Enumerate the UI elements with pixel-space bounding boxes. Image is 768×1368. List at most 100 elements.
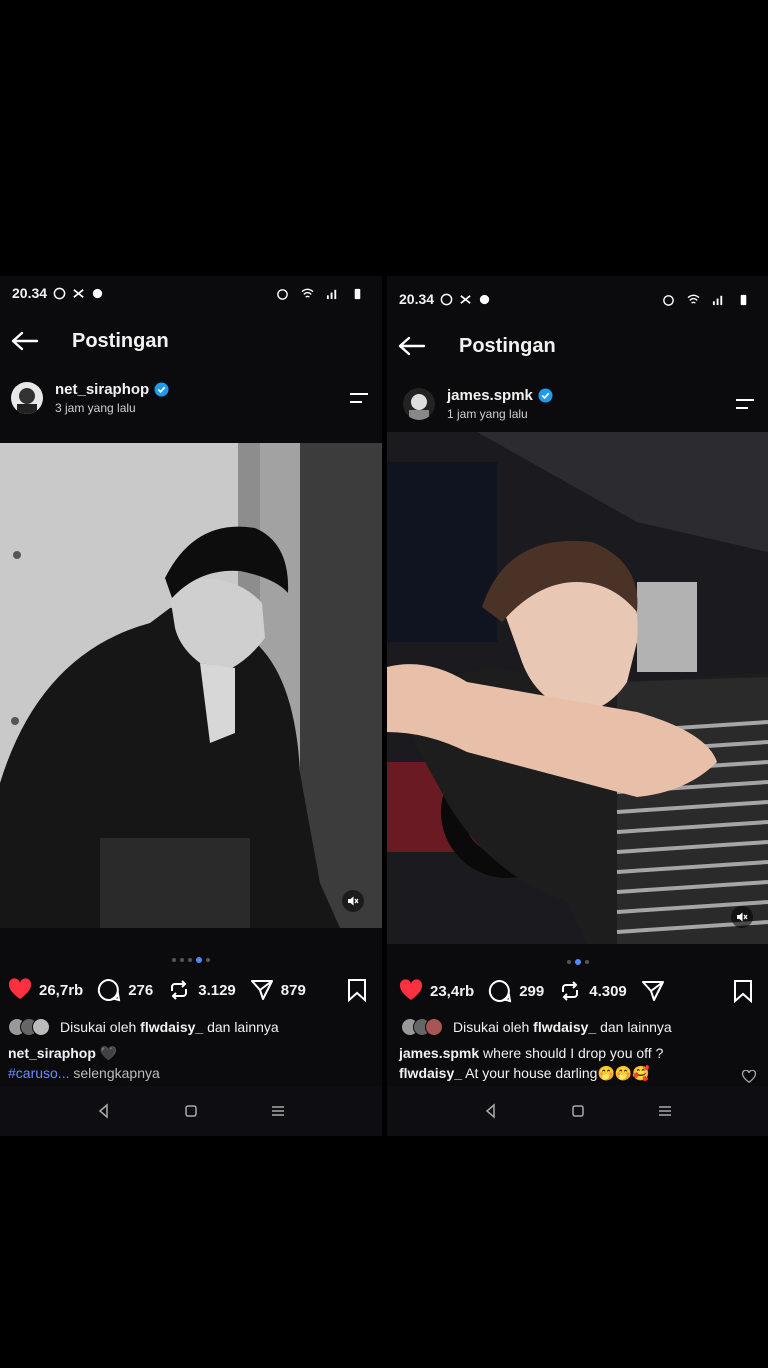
post-caption: net_siraphop 🖤 #caruso... selengkapnya — [8, 1043, 374, 1083]
heart-filled-icon — [8, 978, 32, 999]
wifi-icon — [301, 288, 314, 298]
liker-avatars — [401, 1018, 443, 1036]
liked-by-suffix: dan lainnya — [596, 1019, 672, 1035]
speaker-muted-icon — [348, 896, 359, 906]
repost-button[interactable]: 4.309 — [558, 979, 627, 1003]
nav-recents-icon[interactable] — [270, 1103, 286, 1119]
system-nav-bar — [0, 1086, 382, 1136]
post-time: 1 jam yang lalu — [447, 407, 528, 421]
signal-icon — [326, 289, 337, 299]
liked-by-user[interactable]: flwdaisy_ — [140, 1019, 203, 1035]
comment-count: 299 — [519, 982, 545, 1000]
comment-icon — [98, 978, 121, 1002]
chat-icon — [92, 288, 103, 298]
avatar — [32, 1018, 50, 1036]
like-button[interactable]: 26,7rb — [8, 978, 83, 1002]
like-count: 26,7rb — [39, 981, 84, 999]
post-time: 3 jam yang lalu — [55, 401, 136, 415]
carousel-dot — [206, 958, 210, 962]
carousel-dot — [172, 958, 176, 962]
whatsapp-icon — [440, 293, 453, 305]
like-button[interactable]: 23,4rb — [399, 979, 474, 1003]
comment-icon — [489, 979, 512, 1003]
liked-by-row[interactable]: Disukai oleh flwdaisy_ dan lainnya — [8, 1018, 374, 1036]
bookmark-icon[interactable] — [732, 979, 754, 1003]
mute-toggle[interactable] — [731, 906, 753, 928]
heart-filled-icon — [399, 979, 423, 1000]
caption-emoji: 🖤 — [99, 1045, 118, 1061]
see-more-link[interactable]: selengkapnya — [69, 1065, 159, 1081]
nav-home-icon[interactable] — [183, 1103, 199, 1119]
repost-button[interactable]: 3.129 — [167, 978, 236, 1002]
alarm-icon — [663, 294, 674, 306]
post-image[interactable] — [387, 432, 768, 944]
liked-by-user[interactable]: flwdaisy_ — [533, 1019, 596, 1035]
capcut-icon — [73, 288, 84, 298]
comment-button[interactable]: 299 — [488, 979, 544, 1003]
liked-by-suffix: dan lainnya — [203, 1019, 279, 1035]
nav-recents-icon[interactable] — [657, 1103, 673, 1119]
comment-like-icon[interactable] — [742, 1070, 756, 1084]
mute-toggle[interactable] — [342, 890, 364, 912]
share-button[interactable]: 879 — [250, 978, 306, 1002]
nav-back-icon[interactable] — [483, 1103, 499, 1119]
left-post-screen: 20.34 Postingan net_siraphop 3 jam yang … — [0, 276, 382, 1136]
carousel-dot — [188, 958, 192, 962]
page-title: Postingan — [459, 334, 556, 357]
post-author-row: net_siraphop 3 jam yang lalu — [0, 373, 382, 423]
caption-hashtag[interactable]: #caruso... — [8, 1065, 69, 1081]
carousel-dot-active — [574, 959, 581, 965]
carousel-indicator — [0, 957, 382, 963]
battery-icon — [354, 288, 361, 299]
comment-button[interactable]: 276 — [97, 978, 153, 1002]
whatsapp-icon — [53, 287, 66, 299]
status-time: 20.34 — [12, 285, 48, 301]
nav-home-icon[interactable] — [570, 1103, 586, 1119]
menu-icon[interactable] — [348, 390, 370, 406]
liked-by-row[interactable]: Disukai oleh flwdaisy_ dan lainnya — [401, 1018, 760, 1036]
author-username[interactable]: net_siraphop — [55, 381, 149, 398]
comment-text: At your house darling🤭🤭🥰 — [462, 1065, 650, 1081]
status-bar: 20.34 — [387, 282, 768, 316]
status-time: 20.34 — [399, 291, 435, 307]
signal-icon — [712, 295, 723, 305]
send-icon — [250, 980, 273, 1000]
post-actions: 26,7rb 276 3.129 879 — [0, 975, 382, 1005]
verified-badge-icon — [538, 388, 553, 403]
menu-icon[interactable] — [734, 396, 756, 412]
share-button[interactable] — [641, 979, 665, 1003]
avatar[interactable] — [11, 382, 43, 414]
right-post-screen: 20.34 Postingan james.spmk 1 jam yang la… — [387, 276, 768, 1136]
system-nav-bar — [387, 1086, 768, 1136]
comment-username[interactable]: flwdaisy_ — [399, 1065, 462, 1081]
liked-by-prefix: Disukai oleh — [60, 1019, 141, 1035]
back-arrow-icon[interactable] — [397, 334, 427, 358]
carousel-dot — [180, 958, 184, 962]
repost-count: 3.129 — [198, 981, 236, 999]
repost-icon — [171, 980, 188, 1000]
wifi-icon — [687, 294, 700, 304]
caption-username[interactable]: net_siraphop — [8, 1045, 96, 1061]
nav-back-icon[interactable] — [96, 1103, 112, 1119]
battery-icon — [740, 294, 747, 305]
carousel-dot — [584, 960, 589, 964]
back-arrow-icon[interactable] — [10, 329, 40, 353]
send-icon — [641, 981, 664, 1001]
caption-username[interactable]: james.spmk — [399, 1045, 479, 1061]
bookmark-icon[interactable] — [346, 978, 368, 1002]
repost-count: 4.309 — [589, 982, 627, 1000]
liker-avatars — [8, 1018, 50, 1036]
avatar — [425, 1018, 443, 1036]
avatar[interactable] — [403, 388, 435, 420]
carousel-dot-active — [196, 957, 202, 963]
post-image[interactable] — [0, 443, 382, 928]
speaker-muted-icon — [737, 912, 748, 922]
author-username[interactable]: james.spmk — [447, 387, 533, 404]
status-bar: 20.34 — [0, 276, 382, 310]
like-count: 23,4rb — [430, 982, 475, 1000]
comment-row: flwdaisy_ At your house darling🤭🤭🥰 — [399, 1063, 760, 1083]
header: Postingan — [0, 321, 382, 361]
post-author-row: james.spmk 1 jam yang lalu — [387, 379, 768, 429]
carousel-indicator — [387, 959, 768, 965]
repost-icon — [562, 981, 579, 1001]
